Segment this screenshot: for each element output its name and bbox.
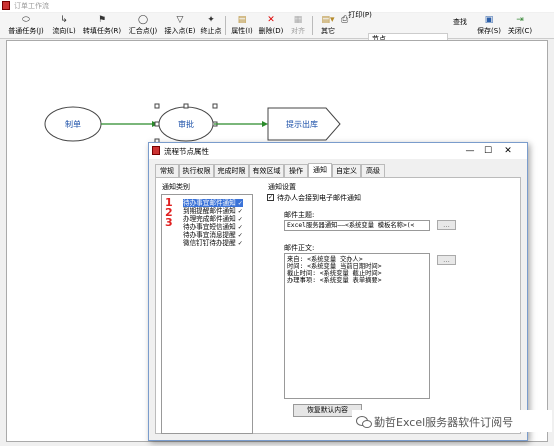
tab-permissions[interactable]: 执行权限 xyxy=(179,164,214,177)
check-icon: ✓ xyxy=(237,240,243,247)
subject-field[interactable]: Excel服务器通知——<系统变量 模板名称>(< xyxy=(284,220,430,231)
node-properties-dialog: 流程节点属性 — ☐ ✕ 常规 执行权限 完成时限 有效区域 操作 通知 自定义… xyxy=(148,142,528,441)
body-textarea[interactable]: 来自: <系统变量 交办人> 时间: <系统变量 当前日期时间> 截止时间: <… xyxy=(284,253,430,399)
watermark: 勤哲Excel服务器软件订阅号 xyxy=(352,410,552,432)
notify-item-todo-message[interactable]: 待办事宜消息提醒 ✓ xyxy=(183,231,243,239)
body-line: 截止时间: <系统变量 截止时间> xyxy=(287,270,382,277)
body-line: 时间: <系统变量 当前日期时间> xyxy=(287,263,382,270)
subject-label: 邮件主题: xyxy=(284,211,315,219)
notify-item-done-email[interactable]: 办理完成邮件通知 ✓ xyxy=(183,215,243,223)
flow-arrow-head xyxy=(262,121,268,127)
body-more-button[interactable]: ... xyxy=(437,255,456,265)
selection-handle[interactable] xyxy=(154,121,160,127)
check-icon: ✓ xyxy=(237,208,243,215)
email-notify-checkbox-label: 待办人会接到电子邮件通知 xyxy=(277,194,361,202)
maximize-button[interactable]: ☐ xyxy=(481,145,495,157)
node-make-order-label: 制单 xyxy=(65,119,81,129)
subject-more-button[interactable]: ... xyxy=(437,220,456,230)
dialog-titlebar: 流程节点属性 — ☐ ✕ xyxy=(149,143,527,159)
watermark-text: 勤哲Excel服务器软件订阅号 xyxy=(374,416,514,429)
check-icon: ✓ xyxy=(237,232,243,239)
notify-item-todo-email[interactable]: 待办事宜邮件通知 ✓ xyxy=(183,199,243,207)
tab-general[interactable]: 常规 xyxy=(155,164,179,177)
dialog-close-button[interactable]: ✕ xyxy=(501,145,515,157)
notify-category-tree: 待办事宜邮件通知 ✓ 到期提醒邮件通知 ✓ 办理完成邮件通知 ✓ 待办事宜短信通知 ✓ … xyxy=(161,194,253,434)
notify-category-label: 通知类别 xyxy=(162,183,190,191)
selection-handle[interactable] xyxy=(183,103,189,109)
notify-item-todo-sms[interactable]: 待办事宜短信通知 ✓ xyxy=(183,223,243,231)
tab-notification[interactable]: 通知 xyxy=(308,163,332,177)
dialog-title: 流程节点属性 xyxy=(164,147,209,156)
notify-item-wechat-dingtalk[interactable]: 微信钉钉待办提醒 ✓ xyxy=(183,239,243,247)
tab-advanced[interactable]: 高级 xyxy=(361,164,385,177)
tab-custom[interactable]: 自定义 xyxy=(332,164,361,177)
node-approve-label: 审批 xyxy=(178,119,194,129)
tab-valid-area[interactable]: 有效区域 xyxy=(249,164,284,177)
email-notify-checkbox[interactable]: ✓ xyxy=(267,194,274,201)
body-line: 办理事项: <系统变量 表单摘要> xyxy=(287,277,382,284)
tab-time-limit[interactable]: 完成时限 xyxy=(214,164,249,177)
notify-settings-label: 通知设置 xyxy=(268,183,296,191)
check-icon: ✓ xyxy=(237,200,243,207)
annotation-number: 3 xyxy=(165,216,173,229)
selection-handle[interactable] xyxy=(212,103,218,109)
notify-item-due-email[interactable]: 到期提醒邮件通知 ✓ xyxy=(183,207,243,215)
dialog-app-icon xyxy=(152,146,160,155)
minimize-button[interactable]: — xyxy=(463,145,477,157)
node-outbound-prompt-label: 提示出库 xyxy=(286,119,318,129)
body-label: 邮件正文: xyxy=(284,244,315,252)
selection-handle[interactable] xyxy=(154,103,160,109)
check-icon: ✓ xyxy=(237,224,243,231)
check-icon: ✓ xyxy=(237,216,243,223)
tab-operations[interactable]: 操作 xyxy=(284,164,308,177)
body-line: 来自: <系统变量 交办人> xyxy=(287,256,363,263)
wechat-icon xyxy=(356,416,372,428)
